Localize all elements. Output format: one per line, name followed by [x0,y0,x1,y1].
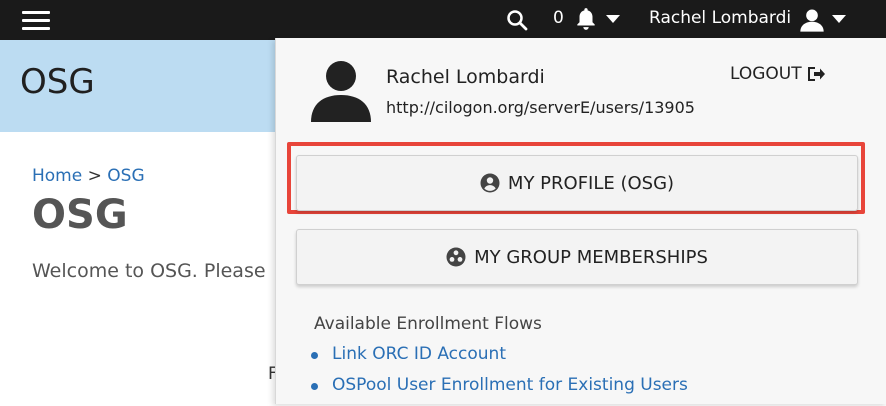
enrollment-flow-link[interactable]: OSPool User Enrollment for Existing User… [332,375,688,395]
breadcrumb-separator: > [87,166,102,186]
my-profile-button[interactable]: MY PROFILE (OSG) [296,155,858,211]
hamburger-menu-icon[interactable] [22,11,50,31]
user-menu-dropdown: Rachel Lombardi http://cilogon.org/serve… [275,38,886,404]
notifications-chevron-down-icon[interactable] [606,15,620,23]
search-icon[interactable] [505,8,529,32]
breadcrumb: Home > OSG [32,166,145,186]
user-menu-chevron-down-icon[interactable] [832,15,846,23]
welcome-text: Welcome to OSG. Please [32,260,266,282]
top-navbar: 0 Rachel Lombardi [0,0,886,40]
breadcrumb-home-link[interactable]: Home [32,166,82,186]
user-full-name: Rachel Lombardi [386,66,545,88]
logout-icon [807,67,825,81]
user-menu-name[interactable]: Rachel Lombardi [649,8,791,28]
my-profile-label: MY PROFILE (OSG) [507,172,675,194]
page-title: OSG [32,192,128,238]
my-group-memberships-button[interactable]: MY GROUP MEMBERSHIPS [296,229,858,285]
user-identifier: http://cilogon.org/serverE/users/13905 [386,98,695,117]
group-circle-icon [446,247,466,267]
logout-button[interactable]: LOGOUT [730,64,826,84]
enrollment-flows-heading: Available Enrollment Flows [314,314,542,334]
list-item: OSPool User Enrollment for Existing User… [306,375,688,406]
logout-label: LOGOUT [730,64,802,84]
enrollment-flows-list: Link ORC ID Account OSPool User Enrollme… [306,344,688,406]
my-group-memberships-label: MY GROUP MEMBERSHIPS [474,246,708,268]
banner-title: OSG [20,62,95,102]
breadcrumb-current-link[interactable]: OSG [107,166,144,186]
bell-icon[interactable] [573,6,599,32]
avatar-icon [311,61,371,122]
list-item: Link ORC ID Account [306,344,688,375]
enrollment-flow-link[interactable]: Link ORC ID Account [332,344,506,364]
user-circle-icon [480,173,500,193]
notification-count[interactable]: 0 [553,8,564,28]
user-icon[interactable] [798,6,826,34]
